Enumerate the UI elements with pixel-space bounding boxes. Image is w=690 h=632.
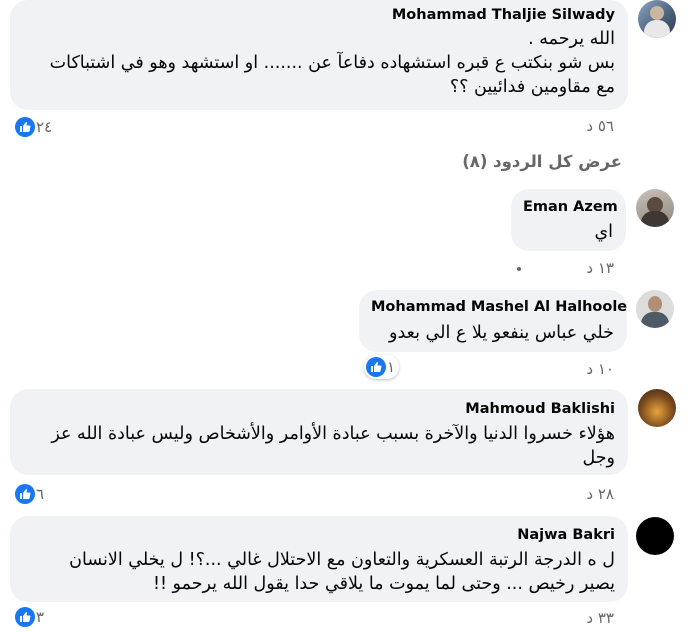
reaction-count[interactable]: ٦ [15,484,44,504]
comment-author[interactable]: Mohammad Thaljie Silwady [22,6,615,24]
avatar-mahmoud-baklishi[interactable] [638,389,676,427]
reaction-count[interactable]: ٣ [15,607,44,627]
like-count: ٣ [36,608,45,626]
like-count: ١ [387,358,396,376]
comment-timestamp[interactable]: ٣٣ د [586,609,614,627]
avatar-najwa-bakri[interactable] [636,517,674,555]
comment-timestamp[interactable]: ١٣ د [586,259,614,277]
comment-text-line: بس شو بنكتب ع قبره استشهاده دفاعآ عن ...… [49,53,615,73]
comment-bubble: Mohammad Mashel Al Halhoole خلي عباس ينف… [359,290,627,352]
comment-author[interactable]: Mohammad Mashel Al Halhoole [371,298,627,316]
like-icon [15,117,35,137]
comment-text-line: مع مقاومين فدائيين ؟؟ [449,77,615,97]
comment-text-line: وجل [582,448,615,468]
comment-bubble: Mohammad Thaljie Silwady الله يرحمه . بس… [10,0,628,110]
comment-bubble: Najwa Bakri ل ه الدرجة الرتبة العسكرية و… [10,516,628,602]
like-icon [15,484,35,504]
comment-author[interactable]: Najwa Bakri [22,526,615,544]
comment-timestamp[interactable]: ١٠ د [586,360,614,378]
like-count: ٢٤ [36,118,53,136]
like-icon [366,357,386,377]
comment-timestamp[interactable]: ٢٨ د [586,485,614,503]
comment-timestamp[interactable]: ٥٦ د [586,117,614,135]
comment-bubble: Eman Azem اي [511,189,626,251]
separator-dot [517,267,521,271]
comment-author[interactable]: Mahmoud Baklishi [22,400,615,418]
like-icon [15,607,35,627]
comment-text-line: اي [594,222,613,242]
comment-text-line: الله يرحمه . [528,29,615,49]
comment-text-line: خلي عباس ينفعو يلا ع الي بعدو [389,323,614,343]
comment-text-line: يصير رخيص ... وحتى لما يموت ما يلاقي حدا… [152,574,615,594]
reaction-count[interactable]: ١ [364,355,400,379]
reaction-count[interactable]: ٢٤ [15,117,52,137]
avatar-mohammad-mashel[interactable] [636,290,674,328]
like-count: ٦ [36,485,45,503]
comment-text-line: هؤلاء خسروا الدنيا والآخرة بسبب عبادة ال… [51,424,615,444]
comment-text-line: ل ه الدرجة الرتبة العسكرية والتعاون مع ا… [69,550,615,570]
comment-bubble: Mahmoud Baklishi هؤلاء خسروا الدنيا والآ… [10,389,628,475]
comment-author[interactable]: Eman Azem [523,198,618,216]
avatar-mohammad-thaljie[interactable] [638,0,676,38]
view-all-replies-link[interactable]: عرض كل الردود (٨) [462,152,622,171]
avatar-eman-azem[interactable] [636,189,674,227]
